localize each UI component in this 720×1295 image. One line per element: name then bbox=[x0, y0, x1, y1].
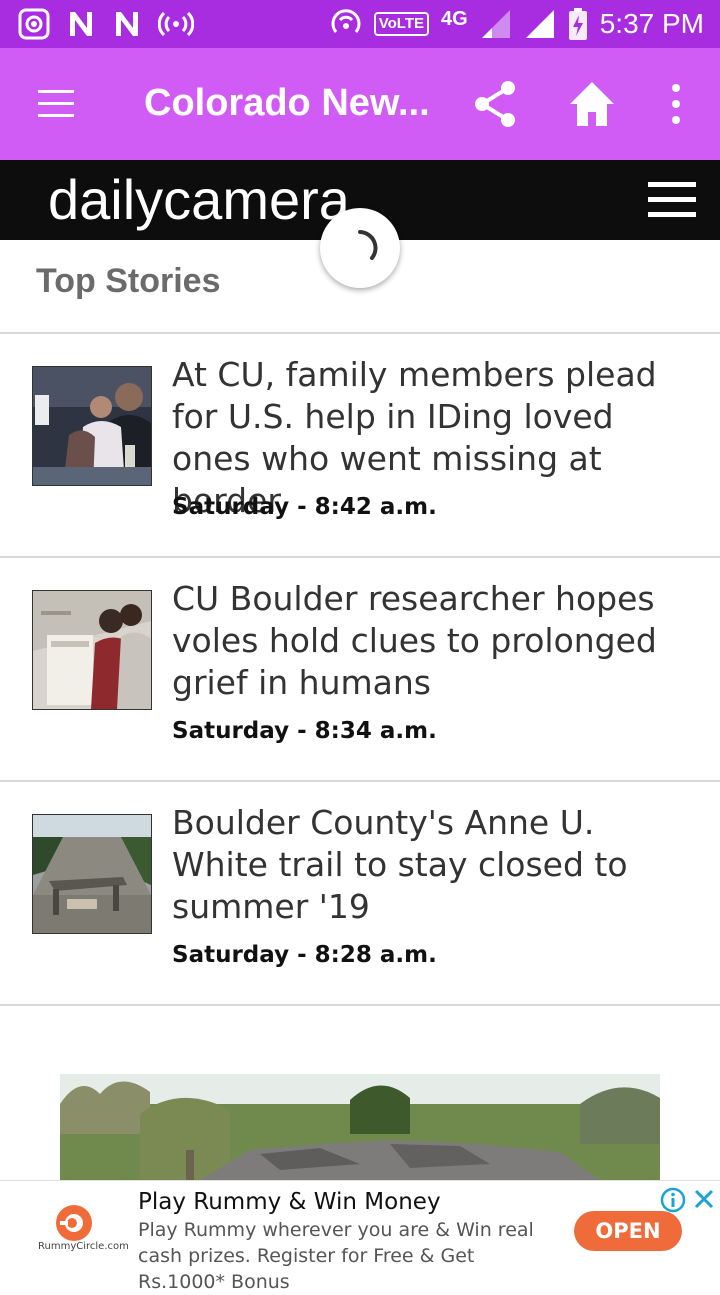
ad-info-button[interactable] bbox=[660, 1187, 686, 1213]
battery-charging-icon bbox=[568, 8, 588, 40]
wifi-calling-icon bbox=[330, 8, 362, 40]
article-headline[interactable]: CU Boulder researcher hopes voles hold c… bbox=[172, 578, 692, 704]
article-item[interactable]: At CU, family members plead for U.S. hel… bbox=[0, 334, 720, 556]
app-bar: Colorado New... bbox=[0, 48, 720, 160]
ad-open-button[interactable]: OPEN bbox=[574, 1211, 682, 1251]
app-title: Colorado New... bbox=[144, 82, 430, 124]
site-menu-icon bbox=[648, 182, 696, 217]
ad-logo[interactable] bbox=[30, 1201, 120, 1271]
ad-banner[interactable]: RummyCircle.com Play Rummy & Win Money P… bbox=[0, 1180, 720, 1293]
section-title: Top Stories bbox=[36, 262, 221, 300]
home-button[interactable] bbox=[566, 78, 618, 130]
ad-body[interactable]: Play Rummy wherever you are & Win real c… bbox=[138, 1217, 558, 1295]
article-timestamp: Saturday - 8:42 a.m. bbox=[172, 494, 437, 520]
n-app-icon bbox=[66, 8, 96, 40]
article-thumbnail[interactable] bbox=[32, 590, 152, 710]
article-thumbnail[interactable] bbox=[32, 366, 152, 486]
menu-icon bbox=[38, 90, 74, 117]
ad-close-button[interactable] bbox=[692, 1187, 716, 1211]
status-bar-system: VoLTE 4G 5:37 PM bbox=[330, 0, 704, 48]
home-icon bbox=[570, 82, 614, 126]
close-icon bbox=[694, 1189, 714, 1209]
signal-weak-icon bbox=[480, 8, 512, 40]
article-item[interactable]: CU Boulder researcher hopes voles hold c… bbox=[0, 558, 720, 780]
spinner-icon bbox=[358, 230, 378, 260]
volte-badge: VoLTE bbox=[373, 12, 430, 36]
n-app-icon bbox=[112, 8, 142, 40]
featured-image[interactable] bbox=[60, 1074, 660, 1180]
info-icon bbox=[660, 1187, 686, 1213]
more-vert-icon bbox=[672, 84, 680, 124]
article-thumbnail[interactable] bbox=[32, 814, 152, 934]
share-button[interactable] bbox=[470, 78, 522, 130]
article-item[interactable]: Boulder County's Anne U. White trail to … bbox=[0, 782, 720, 1004]
site-menu-button[interactable] bbox=[648, 182, 696, 218]
status-bar-notifications bbox=[18, 8, 194, 40]
site-logo[interactable]: dailycamera bbox=[48, 168, 350, 232]
divider bbox=[0, 1004, 720, 1006]
menu-button[interactable] bbox=[34, 86, 78, 122]
more-options-button[interactable] bbox=[664, 82, 688, 126]
ad-brand: RummyCircle.com bbox=[38, 1241, 129, 1252]
status-bar: VoLTE 4G 5:37 PM bbox=[0, 0, 720, 48]
signal-full-icon bbox=[524, 8, 556, 40]
ad-title[interactable]: Play Rummy & Win Money bbox=[138, 1189, 441, 1215]
article-headline[interactable]: Boulder County's Anne U. White trail to … bbox=[172, 802, 692, 928]
share-icon bbox=[475, 81, 515, 127]
article-timestamp: Saturday - 8:34 a.m. bbox=[172, 718, 437, 744]
network-type-label: 4G bbox=[441, 7, 468, 30]
status-time: 5:37 PM bbox=[599, 8, 704, 39]
screen-record-icon bbox=[18, 8, 50, 40]
loading-spinner bbox=[320, 208, 400, 288]
hotspot-icon bbox=[158, 8, 194, 40]
article-timestamp: Saturday - 8:28 a.m. bbox=[172, 942, 437, 968]
